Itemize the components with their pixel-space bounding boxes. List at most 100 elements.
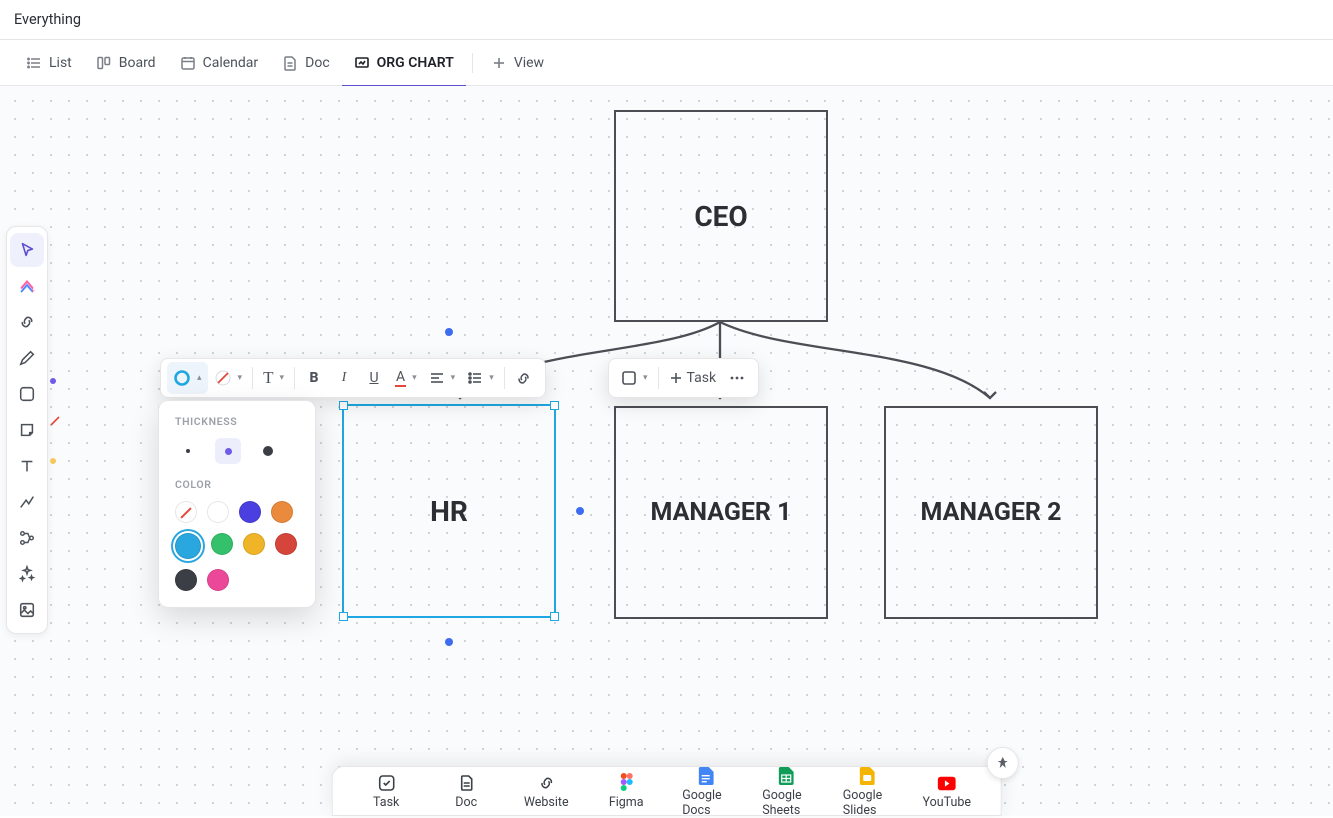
list-icon [26,55,42,71]
tool-sticky[interactable] [10,413,44,447]
tab-label: View [514,55,544,71]
add-google-sheets[interactable]: Google Sheets [762,767,811,818]
dock-dot-purple [50,378,56,384]
dock-dot-yellow [50,458,56,464]
add-doc[interactable]: Doc [442,774,490,810]
shape-type-button[interactable]: ▾ [615,362,654,394]
tab-add-view[interactable]: View [479,40,556,86]
swatch-charcoal[interactable] [175,569,197,591]
node-label: HR [430,495,468,528]
tool-text[interactable] [10,449,44,483]
tool-shape[interactable] [10,377,44,411]
figma-icon [617,774,635,792]
swatch-pink[interactable] [207,569,229,591]
tool-dock: + [6,226,48,634]
add-google-slides[interactable]: Google Slides [843,767,891,818]
add-label: Google Slides [843,788,891,818]
tab-doc[interactable]: Doc [270,40,342,86]
color-swatches [175,501,299,591]
stroke-popover: THICKNESS COLOR [158,400,316,608]
svg-text:+: + [31,286,35,295]
underline-button[interactable]: U [359,362,389,394]
tab-label: ORG CHART [377,55,454,71]
tab-board[interactable]: Board [84,40,168,86]
title-bar: Everything [0,0,1333,40]
tool-pen[interactable] [10,341,44,375]
add-label: Website [524,795,569,810]
tab-calendar[interactable]: Calendar [168,40,271,86]
tool-image[interactable] [10,593,44,627]
plus-icon [491,55,507,71]
thickness-thick[interactable] [255,438,281,464]
tab-label: Board [119,55,156,71]
calendar-icon [180,55,196,71]
swatch-amber[interactable] [243,533,265,555]
tab-label: Calendar [203,55,259,71]
node-label: MANAGER 1 [650,498,791,527]
tab-label: Doc [305,55,330,71]
node-manager2[interactable]: MANAGER 2 [884,406,1098,619]
tab-list[interactable]: List [14,40,84,86]
pin-bar-button[interactable] [987,747,1019,779]
link-button[interactable] [509,362,539,394]
thickness-options [175,438,299,464]
add-label: Doc [455,795,477,810]
add-task-button[interactable]: Task [663,362,723,394]
page-title: Everything [14,11,81,28]
tool-link[interactable] [10,305,44,339]
tab-org-chart[interactable]: ORG CHART [342,40,466,86]
view-tabs: List Board Calendar Doc ORG CHART View [0,40,1333,86]
tool-connector[interactable] [10,485,44,519]
bold-button[interactable]: B [299,362,329,394]
swatch-indigo[interactable] [239,501,261,523]
task-icon [377,774,395,792]
format-toolbar-extra: ▾ Task [608,358,759,398]
add-figma[interactable]: Figma [602,774,650,810]
node-label: CEO [694,200,747,233]
list-style-button[interactable]: ▾ [461,362,500,394]
doc-icon [457,774,475,792]
tool-ai[interactable] [10,557,44,591]
add-google-docs[interactable]: Google Docs [682,767,730,818]
node-manager1[interactable]: MANAGER 1 [614,406,828,619]
add-label: Task [373,795,399,810]
caret-up-icon: ▴ [197,373,202,383]
fill-color-button[interactable]: ▾ [208,362,249,394]
swatch-white[interactable] [207,501,229,523]
add-block-bar: Task Doc Website Figma Google Docs Googl… [331,766,1002,816]
swatch-green[interactable] [211,533,233,555]
tab-label: List [49,55,72,71]
swatch-none[interactable] [175,501,197,523]
whiteboard-canvas[interactable]: + CEO HR [0,86,1333,816]
tool-relationship[interactable] [10,521,44,555]
doc-icon [282,55,298,71]
swatch-orange[interactable] [271,501,293,523]
swatch-sky[interactable] [175,533,201,559]
node-hr[interactable]: HR [342,404,556,618]
node-label: MANAGER 2 [920,498,1061,527]
add-label: YouTube [923,795,972,810]
divider [472,53,473,73]
dock-slash-red [50,416,58,424]
youtube-icon [938,774,956,792]
link-icon [537,774,555,792]
gsheets-icon [778,767,796,785]
add-task[interactable]: Task [362,774,410,810]
tool-clickup[interactable]: + [10,269,44,303]
thickness-thin[interactable] [175,438,201,464]
italic-button[interactable]: I [329,362,359,394]
text-color-button[interactable]: A▾ [389,362,423,394]
gdocs-icon [697,767,715,785]
tool-select[interactable] [10,233,44,267]
more-button[interactable] [722,362,752,394]
node-ceo[interactable]: CEO [614,110,828,322]
thickness-medium[interactable] [215,438,241,464]
task-label: Task [687,370,717,386]
add-website[interactable]: Website [522,774,570,810]
whiteboard-icon [354,55,370,71]
align-button[interactable]: ▾ [423,362,462,394]
swatch-red[interactable] [275,533,297,555]
font-size-button[interactable]: T▾ [257,362,290,394]
stroke-color-button[interactable]: ▴ [167,362,208,394]
add-youtube[interactable]: YouTube [923,774,971,810]
